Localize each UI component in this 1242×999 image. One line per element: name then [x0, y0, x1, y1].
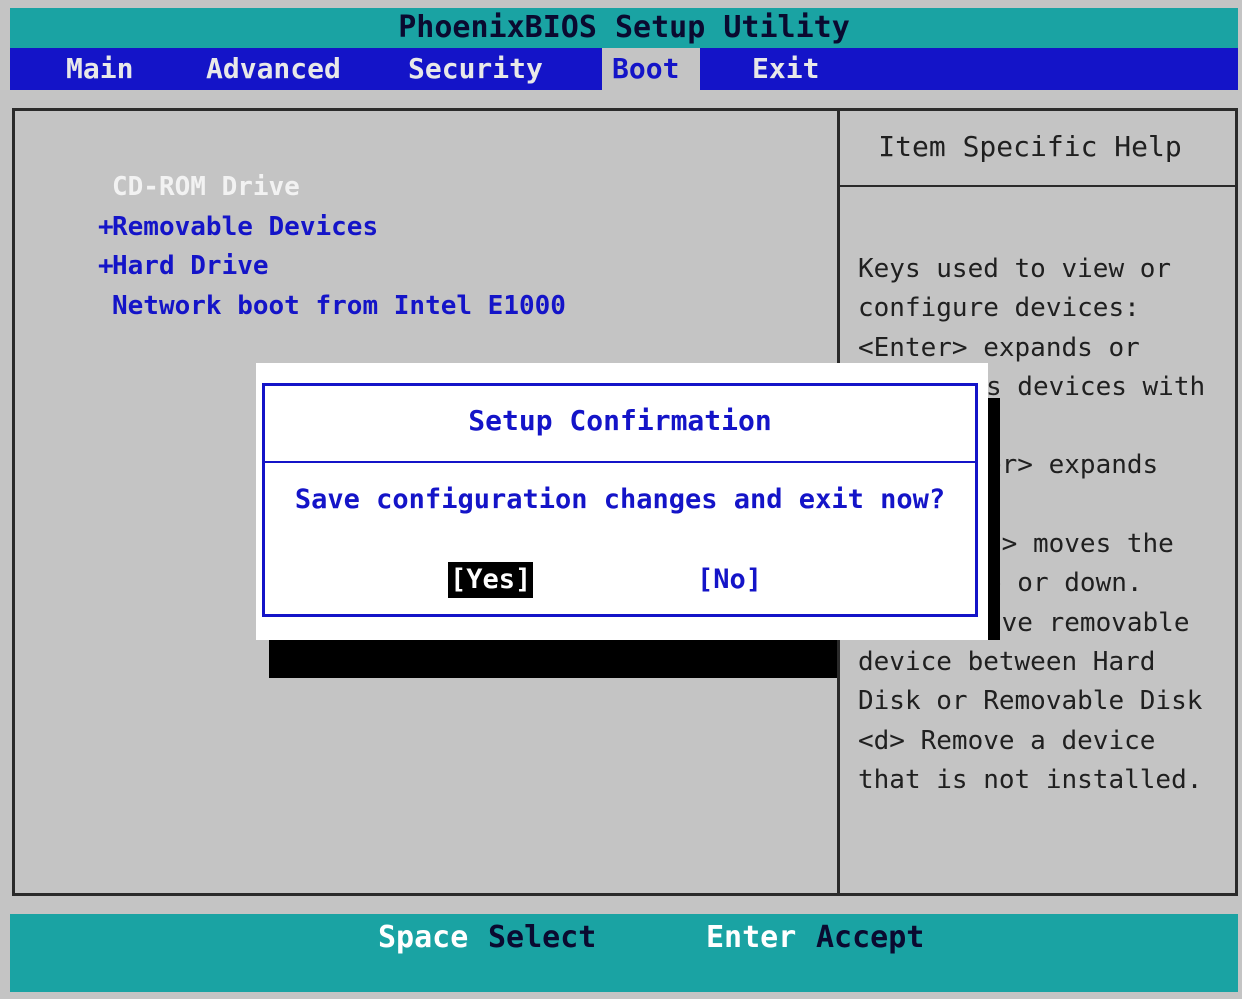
- help-line: device between Hard: [858, 646, 1156, 677]
- menu-bar: Main Advanced Security Boot Exit: [10, 48, 1238, 90]
- boot-order-list: CD-ROM Drive +Removable Devices +Hard Dr…: [98, 168, 566, 326]
- dialog-frame: Setup Confirmation Save configuration ch…: [262, 383, 978, 617]
- menu-item-main[interactable]: Main: [66, 48, 133, 90]
- expand-plus-icon: +: [98, 251, 114, 281]
- boot-item-network[interactable]: Network boot from Intel E1000: [98, 287, 566, 327]
- expand-plus-icon: +: [98, 211, 114, 242]
- dialog-title: Setup Confirmation: [468, 404, 772, 437]
- help-line: Disk or Removable Disk: [858, 686, 1203, 717]
- boot-item-label: Network boot from Intel E1000: [112, 290, 566, 321]
- footer-keybar: Space Select Enter Accept: [10, 914, 1238, 992]
- dialog-message: Save configuration changes and exit now?: [294, 484, 946, 515]
- boot-item-removable[interactable]: +Removable Devices: [98, 208, 566, 248]
- setup-confirmation-dialog: Setup Confirmation Save configuration ch…: [256, 363, 988, 640]
- footer-desc-accept: Accept: [816, 920, 925, 955]
- footer-key-space: Space: [378, 920, 469, 955]
- bios-screen: PhoenixBIOS Setup Utility Main Advanced …: [0, 0, 1242, 999]
- dialog-shadow: [269, 640, 837, 678]
- menu-item-exit[interactable]: Exit: [752, 48, 819, 90]
- no-button[interactable]: [No]: [697, 562, 762, 598]
- yes-button[interactable]: [Yes]: [448, 562, 534, 598]
- help-line: Keys used to view or: [858, 254, 1172, 284]
- boot-item-label: CD-ROM Drive: [112, 172, 300, 202]
- window-title: PhoenixBIOS Setup Utility: [10, 8, 1238, 48]
- dialog-divider: [265, 461, 975, 463]
- help-line: configure devices:: [858, 293, 1140, 324]
- boot-item-harddrive[interactable]: +Hard Drive: [98, 247, 566, 287]
- help-title: Item Specific Help: [878, 130, 1182, 163]
- boot-item-label: Removable Devices: [112, 211, 379, 242]
- footer-key-enter: Enter: [706, 920, 797, 955]
- boot-item-label: Hard Drive: [112, 251, 269, 281]
- menu-item-security[interactable]: Security: [408, 48, 543, 90]
- help-line: <Enter> expands or: [858, 332, 1140, 363]
- footer-desc-select: Select: [488, 920, 597, 955]
- help-line: <d> Remove a device: [858, 725, 1156, 756]
- help-title-divider: [840, 185, 1238, 187]
- menu-item-advanced[interactable]: Advanced: [206, 48, 341, 90]
- boot-item-cdrom[interactable]: CD-ROM Drive: [98, 168, 566, 208]
- menu-item-boot[interactable]: Boot: [602, 48, 700, 90]
- help-line: that is not installed.: [858, 764, 1203, 795]
